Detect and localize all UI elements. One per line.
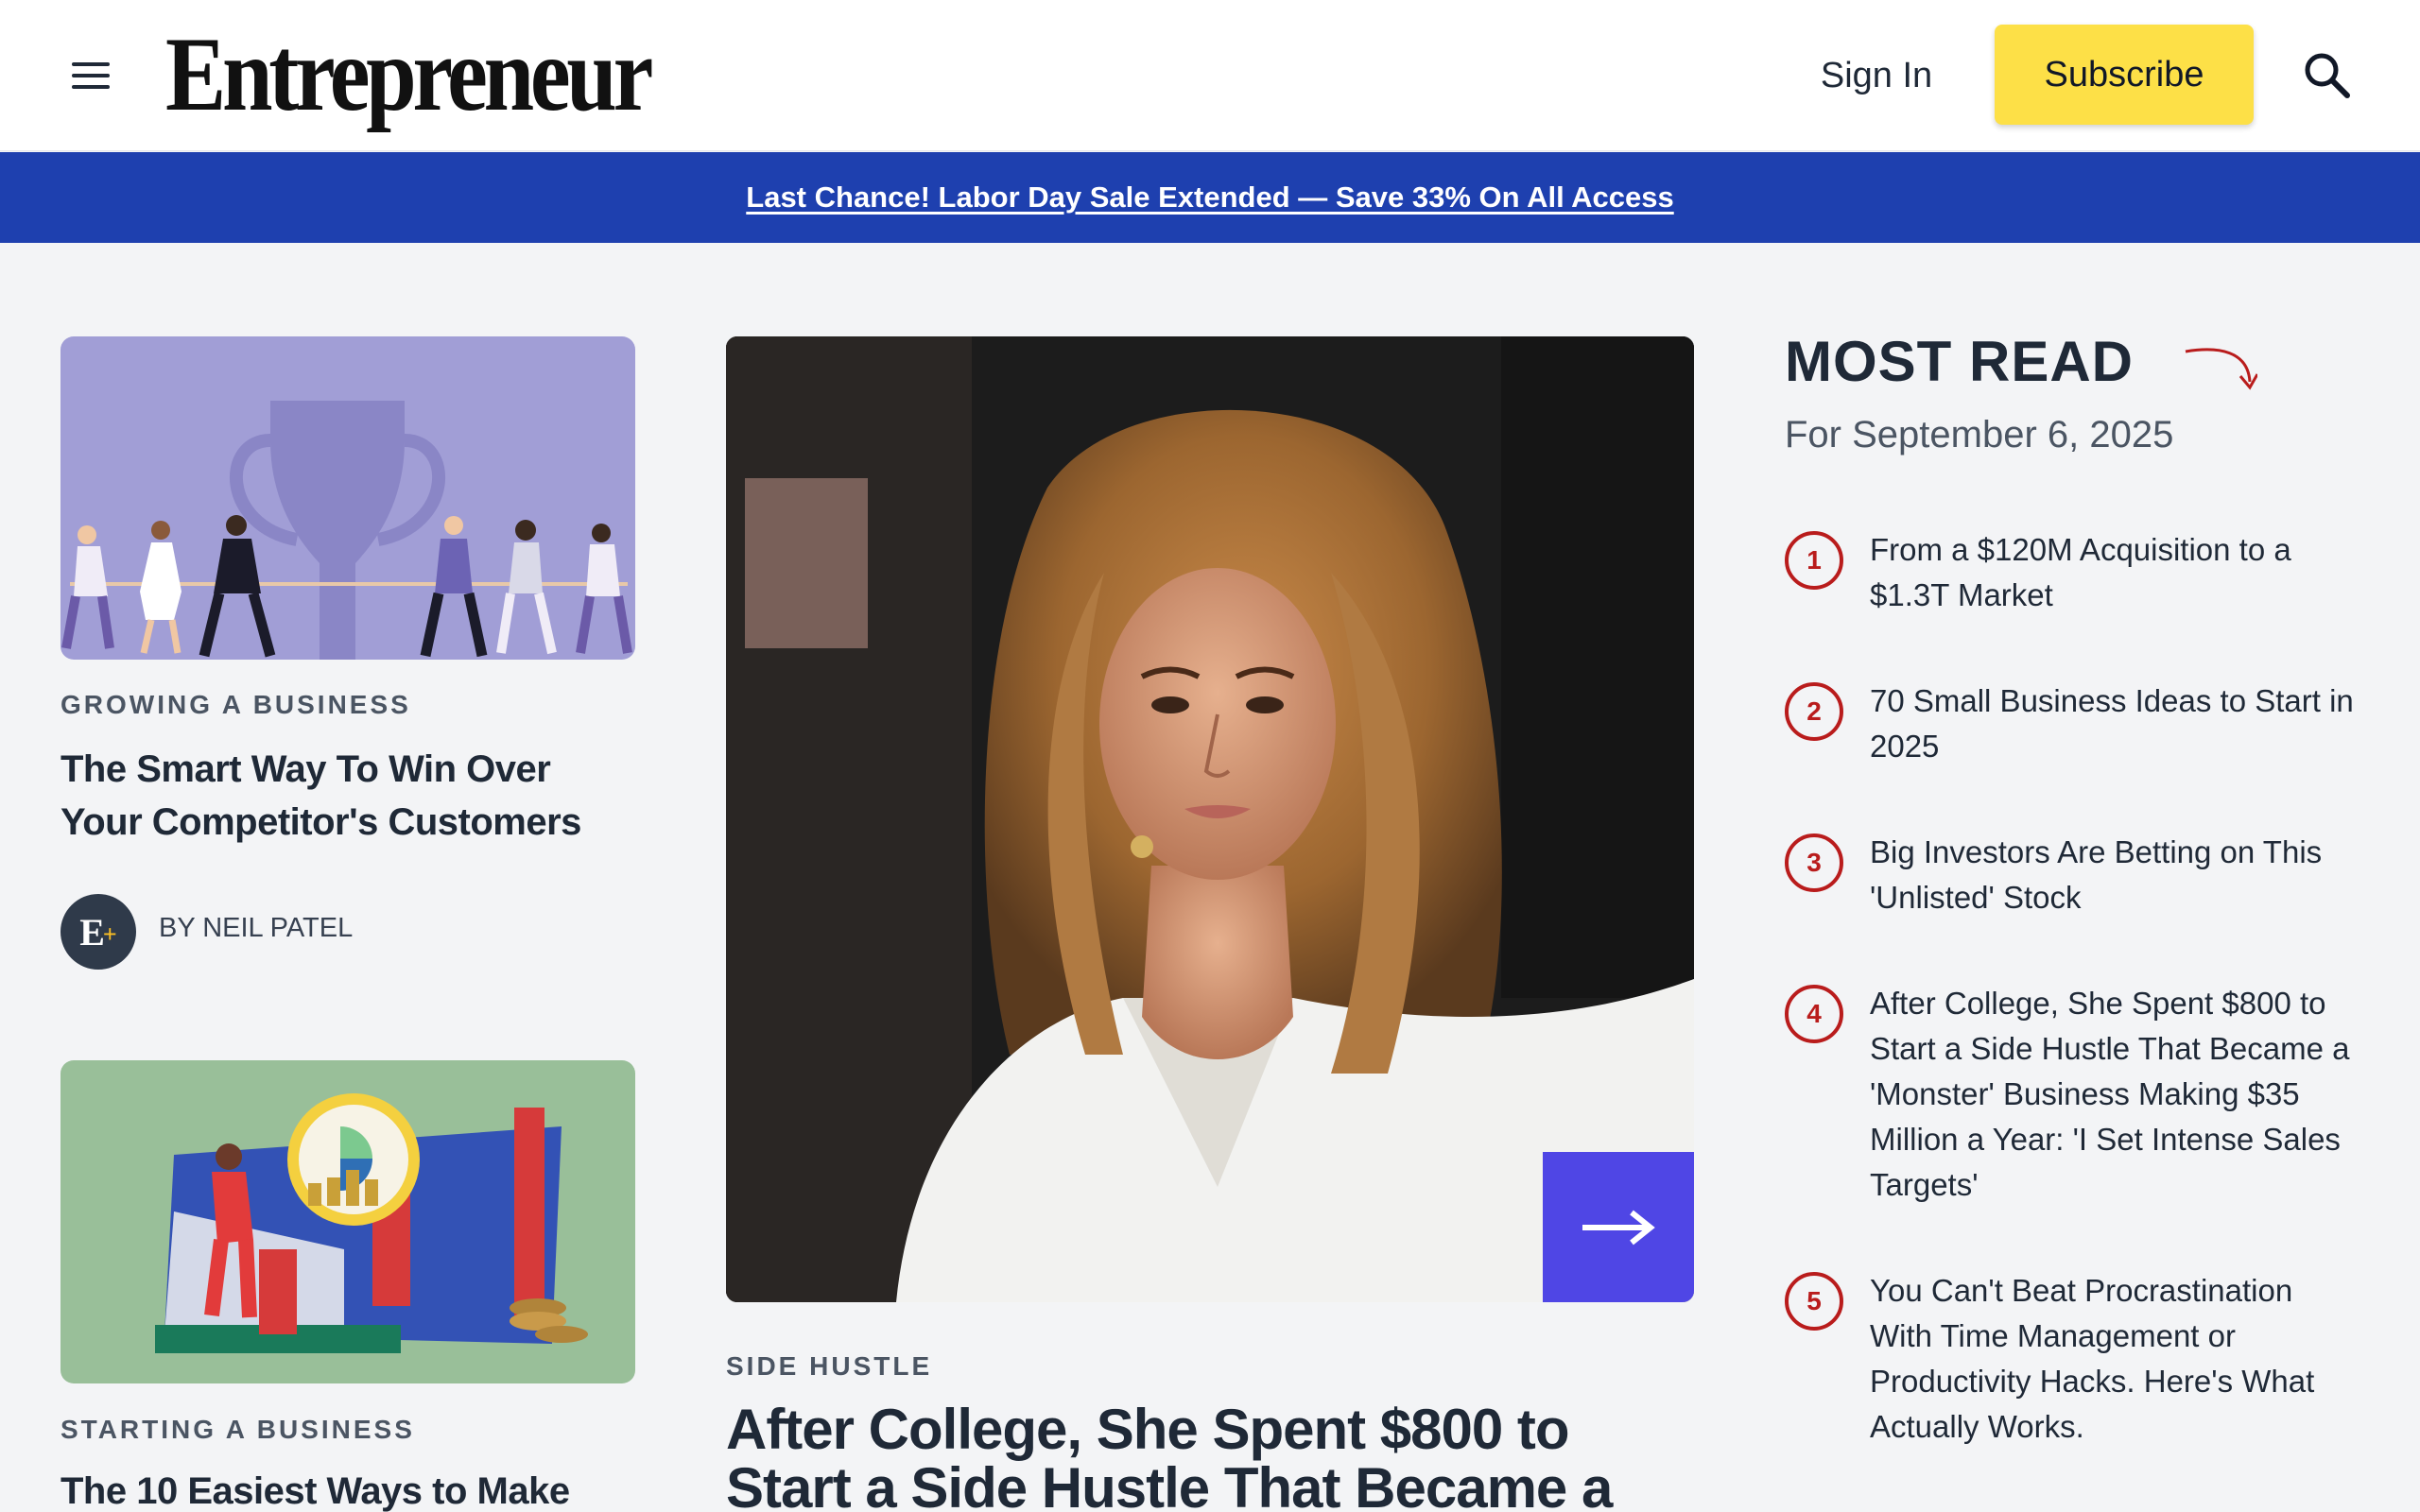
- most-read-heading: MOST READ: [1785, 330, 2134, 393]
- rank-badge: 1: [1785, 531, 1843, 590]
- subscribe-button[interactable]: Subscribe: [1995, 25, 2254, 125]
- search-icon[interactable]: [2299, 47, 2356, 104]
- article-title[interactable]: The Smart Way To Win Over Your Competito…: [60, 743, 637, 849]
- most-read-title[interactable]: After College, She Spent $800 to Start a…: [1870, 981, 2361, 1208]
- arrow-right-icon: [1582, 1210, 1655, 1245]
- most-read-title[interactable]: You Can't Beat Procrastination With Time…: [1870, 1268, 2361, 1450]
- article-title[interactable]: The 10 Easiest Ways to Make: [60, 1465, 637, 1512]
- featured-article-title[interactable]: After College, She Spent $800 to Start a…: [726, 1400, 1694, 1512]
- featured-next-button[interactable]: [1543, 1152, 1694, 1302]
- promo-banner: Last Chance! Labor Day Sale Extended — S…: [0, 152, 2420, 243]
- most-read-title[interactable]: From a $120M Acquisition to a $1.3T Mark…: [1870, 527, 2361, 618]
- hamburger-menu-icon[interactable]: [66, 53, 115, 98]
- article-image-collage[interactable]: [60, 1060, 635, 1383]
- featured-article-category[interactable]: SIDE HUSTLE: [726, 1351, 932, 1382]
- most-read-title[interactable]: 70 Small Business Ideas to Start in 2025: [1870, 679, 2361, 769]
- site-logo[interactable]: Entrepreneur: [165, 13, 653, 136]
- author-byline[interactable]: BY NEIL PATEL: [159, 913, 353, 944]
- curved-arrow-icon: [2185, 348, 2257, 390]
- promo-link[interactable]: Last Chance! Labor Day Sale Extended — S…: [746, 180, 1673, 215]
- most-read-date: For September 6, 2025: [1785, 414, 2174, 455]
- site-header: Entrepreneur Sign In Subscribe: [0, 0, 2420, 151]
- rank-badge: 2: [1785, 682, 1843, 741]
- rank-badge: 5: [1785, 1272, 1843, 1331]
- author-avatar[interactable]: E +: [60, 894, 136, 970]
- article-image-tug-of-war[interactable]: [60, 336, 635, 660]
- sign-in-link[interactable]: Sign In: [1796, 47, 1957, 104]
- article-category[interactable]: GROWING A BUSINESS: [60, 690, 411, 720]
- rank-badge: 3: [1785, 833, 1843, 892]
- rank-badge: 4: [1785, 985, 1843, 1043]
- most-read-title[interactable]: Big Investors Are Betting on This 'Unlis…: [1870, 830, 2361, 920]
- article-category[interactable]: STARTING A BUSINESS: [60, 1415, 415, 1445]
